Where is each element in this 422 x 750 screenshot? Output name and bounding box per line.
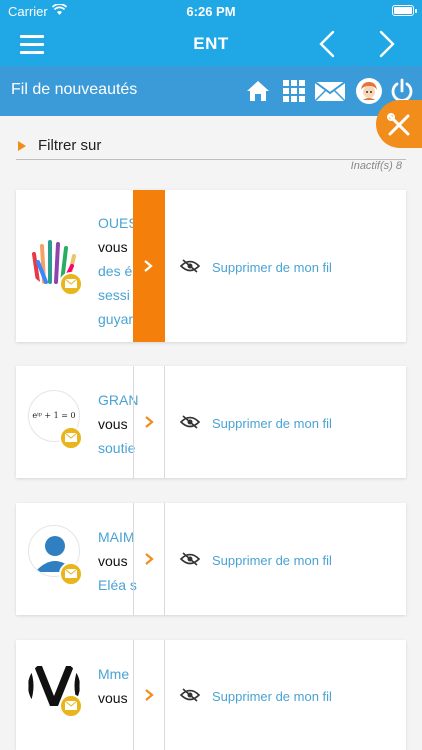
chevron-right-icon[interactable]: [376, 30, 398, 58]
chevron-left-icon[interactable]: [316, 30, 338, 58]
envelope-icon: [65, 701, 77, 710]
section-header: Fil de nouveautés: [0, 66, 422, 116]
apps-grid-icon[interactable]: [281, 78, 307, 104]
expand-triangle-icon: [18, 141, 26, 151]
eye-slash-icon: [180, 688, 200, 702]
news-card[interactable]: Mme vous Supprimer de mon fil: [16, 640, 406, 750]
filter-toggle[interactable]: Filtrer sur: [16, 134, 406, 160]
remove-from-feed-link[interactable]: Supprimer de mon fil: [212, 416, 332, 431]
status-bar: Carrier 6:26 PM: [0, 0, 422, 22]
card-action-toggle[interactable]: [133, 503, 165, 615]
mail-badge: [59, 426, 83, 450]
chevron-right-icon: [145, 689, 154, 701]
envelope-icon: [65, 433, 77, 442]
chevron-right-icon: [145, 553, 154, 565]
news-card[interactable]: OUES vous des é sessi guyar Supprimer de…: [16, 190, 406, 342]
chevron-right-icon: [144, 260, 153, 272]
envelope-icon: [65, 279, 77, 288]
card-action-toggle[interactable]: [133, 640, 165, 750]
mail-badge: [59, 694, 83, 718]
news-card[interactable]: MAIM vous Eléa s Supprimer de mon fil: [16, 503, 406, 615]
envelope-icon: [65, 569, 77, 578]
remove-from-feed-link[interactable]: Supprimer de mon fil: [212, 260, 332, 275]
inactive-count: Inactif(s) 8: [350, 160, 402, 172]
chevron-right-icon: [145, 416, 154, 428]
home-icon[interactable]: [245, 78, 271, 104]
mail-badge: [59, 272, 83, 296]
formula-text: eⁱᵖ + 1 = 0: [32, 411, 76, 420]
navigation-bar: ENT: [0, 22, 422, 66]
battery-icon: [392, 5, 417, 16]
app-title: ENT: [193, 34, 229, 53]
user-avatar-icon[interactable]: [356, 78, 382, 104]
remove-from-feed-link[interactable]: Supprimer de mon fil: [212, 689, 332, 704]
remove-from-feed-link[interactable]: Supprimer de mon fil: [212, 553, 332, 568]
clock: 6:26 PM: [186, 4, 236, 19]
filter-label: Filtrer sur: [38, 137, 102, 154]
section-title: Fil de nouveautés: [11, 81, 138, 98]
card-action-toggle[interactable]: [133, 190, 165, 342]
eye-slash-icon: [180, 552, 200, 566]
eye-slash-icon: [180, 415, 200, 429]
mail-badge: [59, 562, 83, 586]
eye-slash-icon: [180, 259, 200, 273]
news-card[interactable]: eⁱᵖ + 1 = 0 GRAN vous soutie Supprimer d…: [16, 366, 406, 478]
mail-icon[interactable]: [314, 78, 346, 104]
card-action-toggle[interactable]: [133, 366, 165, 478]
